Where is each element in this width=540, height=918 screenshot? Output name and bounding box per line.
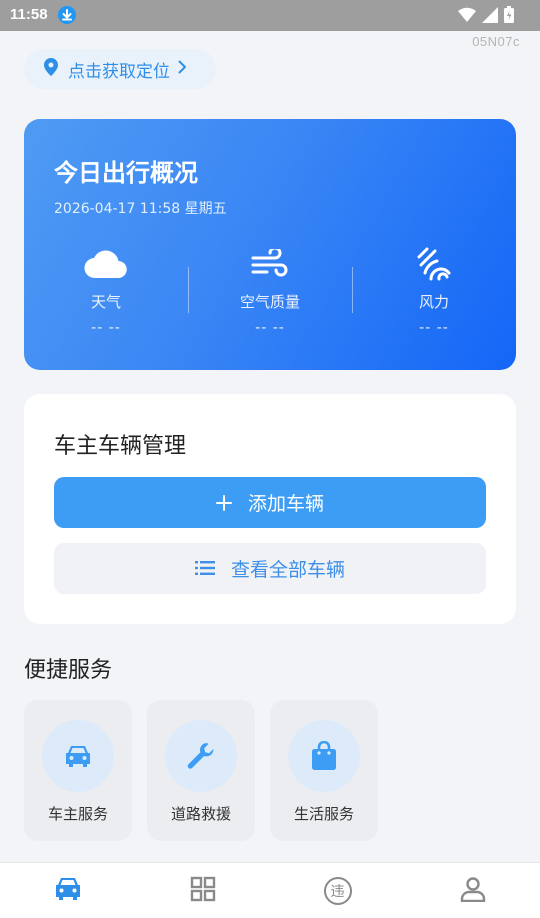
wind-force-value: -- -- [419, 320, 449, 336]
services-grid: 车主服务 道路救援 生活服务 [24, 700, 378, 841]
cloud-icon [24, 247, 188, 281]
battery-icon [504, 6, 514, 23]
service-road-rescue[interactable]: 道路救援 [147, 700, 255, 841]
status-bar: 11:58 [0, 0, 540, 31]
location-label: 点击获取定位 [68, 61, 170, 82]
plus-icon [215, 490, 232, 516]
vehicle-card-title: 车主车辆管理 [54, 434, 187, 459]
vehicle-management-card: 车主车辆管理 添加车辆 查看全部车辆 [24, 394, 516, 624]
location-pin-icon [44, 57, 58, 81]
location-button[interactable]: 点击获取定位 [24, 49, 216, 89]
wind-force-item: 风力 -- -- [352, 247, 516, 337]
weather-value: -- -- [91, 320, 121, 336]
violation-tab-icon: 违 [323, 876, 352, 905]
service-owner[interactable]: 车主服务 [24, 700, 132, 841]
car-icon [42, 720, 114, 792]
wrench-icon [165, 720, 237, 792]
overview-title: 今日出行概况 [54, 159, 198, 187]
wind-force-icon [352, 247, 516, 281]
tab-vehicle[interactable] [0, 863, 135, 918]
list-icon [194, 558, 215, 580]
user-tab-icon [460, 876, 486, 906]
add-vehicle-button[interactable]: 添加车辆 [54, 477, 486, 528]
bottom-tab-bar: 违 [0, 862, 540, 918]
overview-datetime: 2026-04-17 11:58 星期五 [54, 201, 227, 217]
service-road-rescue-label: 道路救援 [170, 805, 231, 823]
car-tab-icon [54, 876, 82, 906]
wind-force-label: 风力 [418, 293, 449, 311]
tab-grid[interactable] [135, 863, 270, 918]
travel-overview-card: 今日出行概况 2026-04-17 11:58 星期五 天气 -- -- 空气质… [24, 119, 516, 370]
service-life[interactable]: 生活服务 [270, 700, 378, 841]
air-quality-value: -- -- [255, 320, 285, 336]
grid-tab-icon [190, 876, 216, 906]
shopping-bag-icon [288, 720, 360, 792]
service-owner-label: 车主服务 [47, 805, 108, 823]
signal-icon [482, 6, 498, 23]
device-code: 05N07c [472, 34, 520, 49]
status-time: 11:58 [10, 6, 48, 23]
weather-label: 天气 [90, 293, 121, 311]
tab-profile[interactable] [405, 863, 540, 918]
view-all-vehicles-label: 查看全部车辆 [230, 559, 345, 581]
chevron-right-icon [178, 59, 187, 79]
add-vehicle-label: 添加车辆 [247, 493, 324, 515]
air-quality-item: 空气质量 -- -- [188, 247, 352, 337]
view-all-vehicles-button[interactable]: 查看全部车辆 [54, 543, 486, 594]
weather-item: 天气 -- -- [24, 247, 188, 337]
wifi-icon [458, 7, 476, 22]
services-section-title: 便捷服务 [24, 658, 113, 683]
tab-violation[interactable]: 违 [270, 863, 405, 918]
service-life-label: 生活服务 [293, 805, 354, 823]
wind-icon [188, 247, 352, 281]
air-quality-label: 空气质量 [239, 293, 300, 311]
download-icon [58, 6, 76, 24]
